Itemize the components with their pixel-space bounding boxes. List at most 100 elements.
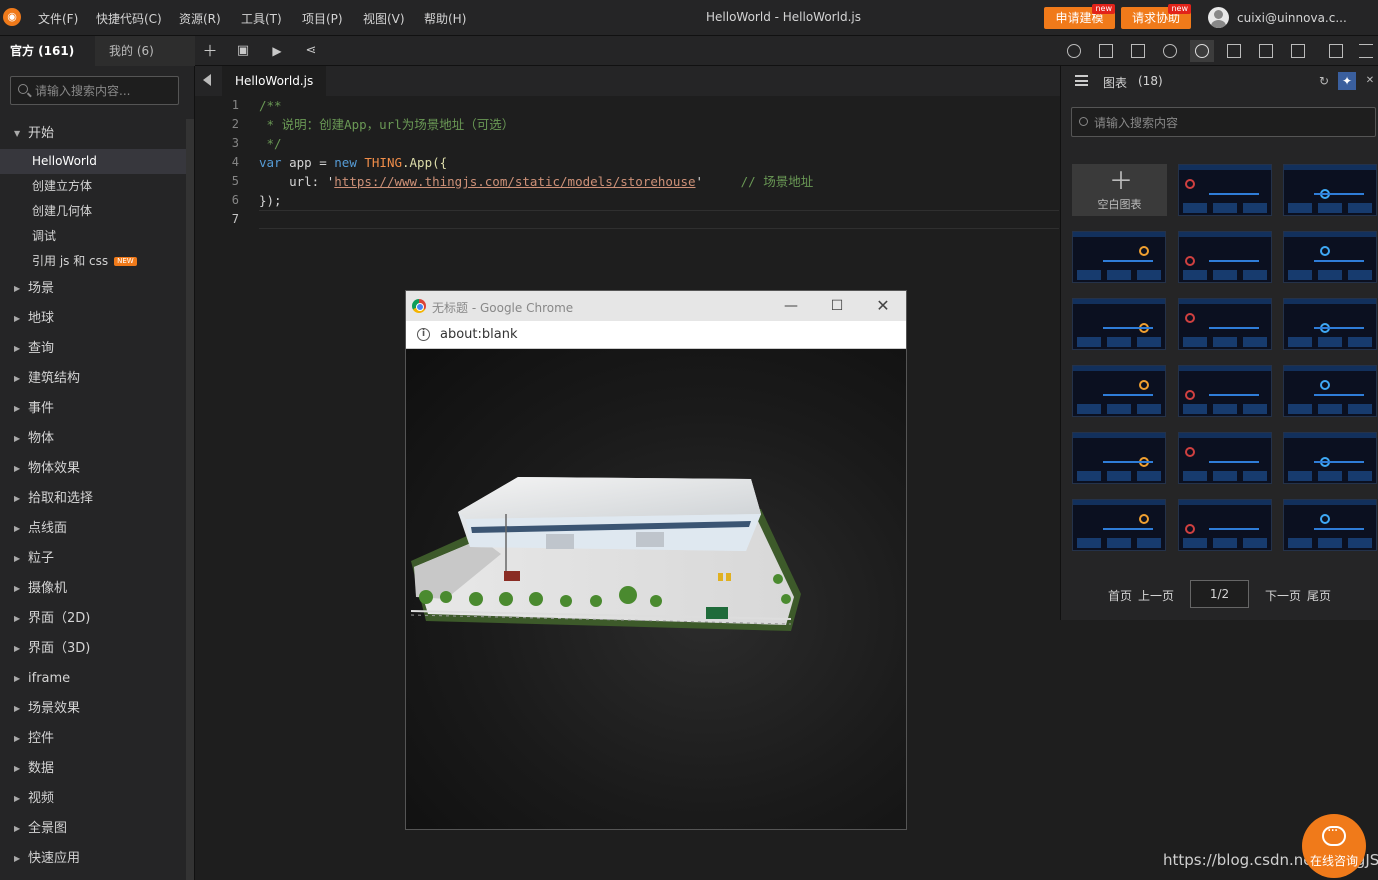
tree-category[interactable]: ▶ 摄像机 xyxy=(0,574,186,604)
menu-snippets[interactable]: 快捷代码(C) xyxy=(96,10,162,27)
close-icon[interactable]: ✕ xyxy=(1361,72,1378,90)
chart-template-thumbnail[interactable] xyxy=(1283,432,1377,484)
menu-resources[interactable]: 资源(R) xyxy=(179,10,221,27)
next-page-link[interactable]: 下一页 xyxy=(1265,587,1301,604)
back-arrow-icon[interactable] xyxy=(203,74,211,86)
tree-category[interactable]: ▶ 快速应用 xyxy=(0,844,186,874)
tree-category[interactable]: ▶ 物体效果 xyxy=(0,454,186,484)
chart-template-thumbnail[interactable] xyxy=(1283,499,1377,551)
thumbnail-header xyxy=(1073,500,1165,505)
request-modeling-button[interactable]: 申请建模 new xyxy=(1044,4,1115,29)
tree-item-create-cube[interactable]: 创建立方体 xyxy=(0,174,186,199)
menu-tools[interactable]: 工具(T) xyxy=(241,10,282,27)
tree-category[interactable]: ▶ 数据 xyxy=(0,754,186,784)
address-bar[interactable]: i about:blank xyxy=(406,321,906,349)
tree-category[interactable]: ▶ 事件 xyxy=(0,394,186,424)
url-text[interactable]: about:blank xyxy=(440,327,518,342)
chart-template-thumbnail[interactable] xyxy=(1283,231,1377,283)
note-icon[interactable] xyxy=(1324,40,1348,62)
prev-page-link[interactable]: 上一页 xyxy=(1138,587,1174,604)
tree-category[interactable]: ▶ 建筑结构 xyxy=(0,364,186,394)
scene-viewport[interactable] xyxy=(406,349,906,829)
chart-template-thumbnail[interactable] xyxy=(1283,298,1377,350)
tree-category[interactable]: ▶ 查询 xyxy=(0,334,186,364)
chart-template-thumbnail[interactable] xyxy=(1178,164,1272,216)
pin-icon[interactable]: ✦ xyxy=(1338,72,1356,90)
tree-category[interactable]: ▶ 场景效果 xyxy=(0,694,186,724)
chart-template-thumbnail[interactable] xyxy=(1283,164,1377,216)
chart-template-thumbnail[interactable] xyxy=(1072,231,1166,283)
tab-mine[interactable]: 我的 (6) xyxy=(95,36,194,66)
code-content[interactable]: /** * 说明：创建App，url为场景地址（可选） */ var app =… xyxy=(259,96,1059,229)
tree-category-label: 界面（3D) xyxy=(28,641,91,656)
tree-item-include-js-css[interactable]: 引用 js 和 css NEW xyxy=(0,249,186,274)
tree-category[interactable]: ▶ 粒子 xyxy=(0,544,186,574)
maximize-icon[interactable]: ☐ xyxy=(826,295,848,317)
tree-category[interactable]: ▶ 界面（2D) xyxy=(0,604,186,634)
share-icon[interactable]: ⋖ xyxy=(300,40,322,62)
chart-template-thumbnail[interactable] xyxy=(1283,365,1377,417)
settings-icon[interactable] xyxy=(1354,40,1378,62)
tree-category[interactable]: ▶ 界面（3D) xyxy=(0,634,186,664)
chart-template-thumbnail[interactable] xyxy=(1178,432,1272,484)
tree-category[interactable]: ▶ 物体 xyxy=(0,424,186,454)
chart-template-thumbnail[interactable] xyxy=(1072,432,1166,484)
menu-file[interactable]: 文件(F) xyxy=(38,10,78,27)
page-number-input[interactable]: 1/2 xyxy=(1190,580,1249,608)
menu-icon[interactable] xyxy=(1075,75,1088,86)
refresh-icon[interactable]: ↻ xyxy=(1315,72,1333,90)
caret-right-icon: ▶ xyxy=(14,734,21,743)
chrome-titlebar[interactable]: 无标题 - Google Chrome — ☐ ✕ xyxy=(406,291,906,321)
request-help-button[interactable]: 请求协助 new xyxy=(1121,4,1191,29)
layout-icon[interactable] xyxy=(1222,40,1246,62)
tree-category-start[interactable]: ▼ 开始 xyxy=(0,119,186,149)
tree-category[interactable]: ▶ 拾取和选择 xyxy=(0,484,186,514)
tree-item-create-geometry[interactable]: 创建几何体 xyxy=(0,199,186,224)
tree-item-debug[interactable]: 调试 xyxy=(0,224,186,249)
sidebar-search-input[interactable] xyxy=(35,82,175,100)
info-icon[interactable]: i xyxy=(417,328,430,341)
chart-template-thumbnail[interactable] xyxy=(1072,365,1166,417)
tree-category[interactable]: ▶ 地球 xyxy=(0,304,186,334)
chart-icon[interactable] xyxy=(1190,40,1214,62)
online-consult-button[interactable]: 在线咨询 xyxy=(1302,814,1366,878)
first-page-link[interactable]: 首页 xyxy=(1108,587,1132,604)
building-icon[interactable] xyxy=(1126,40,1150,62)
sidebar-scrollbar[interactable] xyxy=(186,119,194,880)
tree-category[interactable]: ▶ 视频 xyxy=(0,784,186,814)
run-icon[interactable]: ▶ xyxy=(266,40,288,62)
earth-icon[interactable] xyxy=(1158,40,1182,62)
tree-category[interactable]: ▶ 场景 xyxy=(0,274,186,304)
tree-category[interactable]: ▶ 全景图 xyxy=(0,814,186,844)
chart-template-thumbnail[interactable] xyxy=(1178,231,1272,283)
menu-help[interactable]: 帮助(H) xyxy=(424,10,466,27)
chart-template-thumbnail[interactable] xyxy=(1072,499,1166,551)
last-page-link[interactable]: 尾页 xyxy=(1307,587,1331,604)
blank-chart-button[interactable]: ＋ 空白图表 xyxy=(1072,164,1167,216)
tree-item-helloworld[interactable]: HelloWorld xyxy=(0,149,186,174)
user-name[interactable]: cuixi@uinnova.c... xyxy=(1237,11,1347,25)
save-icon[interactable]: ▣ xyxy=(232,40,254,62)
user-avatar[interactable] xyxy=(1208,7,1229,28)
picture-icon[interactable] xyxy=(1286,40,1310,62)
chart-template-thumbnail[interactable] xyxy=(1178,499,1272,551)
url-string[interactable]: https://www.thingjs.com/static/models/st… xyxy=(334,174,695,189)
tab-helloworld-js[interactable]: HelloWorld.js xyxy=(222,66,327,96)
close-icon[interactable]: ✕ xyxy=(872,295,894,317)
tree-category[interactable]: ▶ 控件 xyxy=(0,724,186,754)
chart-template-thumbnail[interactable] xyxy=(1178,298,1272,350)
tree-category[interactable]: ▶ 点线面 xyxy=(0,514,186,544)
thumbnail-panel xyxy=(1243,471,1267,481)
tree-category[interactable]: ▶ iframe xyxy=(0,664,186,694)
menu-view[interactable]: 视图(V) xyxy=(363,10,405,27)
chart-template-thumbnail[interactable] xyxy=(1072,298,1166,350)
minimize-icon[interactable]: — xyxy=(780,295,802,317)
tab-official[interactable]: 官方 (161) xyxy=(0,36,95,66)
scene-icon[interactable] xyxy=(1062,40,1086,62)
chart-template-thumbnail[interactable] xyxy=(1178,365,1272,417)
chart-search-input[interactable] xyxy=(1094,114,1364,132)
menu-project[interactable]: 项目(P) xyxy=(302,10,343,27)
image-icon[interactable] xyxy=(1254,40,1278,62)
model-icon[interactable] xyxy=(1094,40,1118,62)
add-icon[interactable]: ＋ xyxy=(199,40,221,62)
